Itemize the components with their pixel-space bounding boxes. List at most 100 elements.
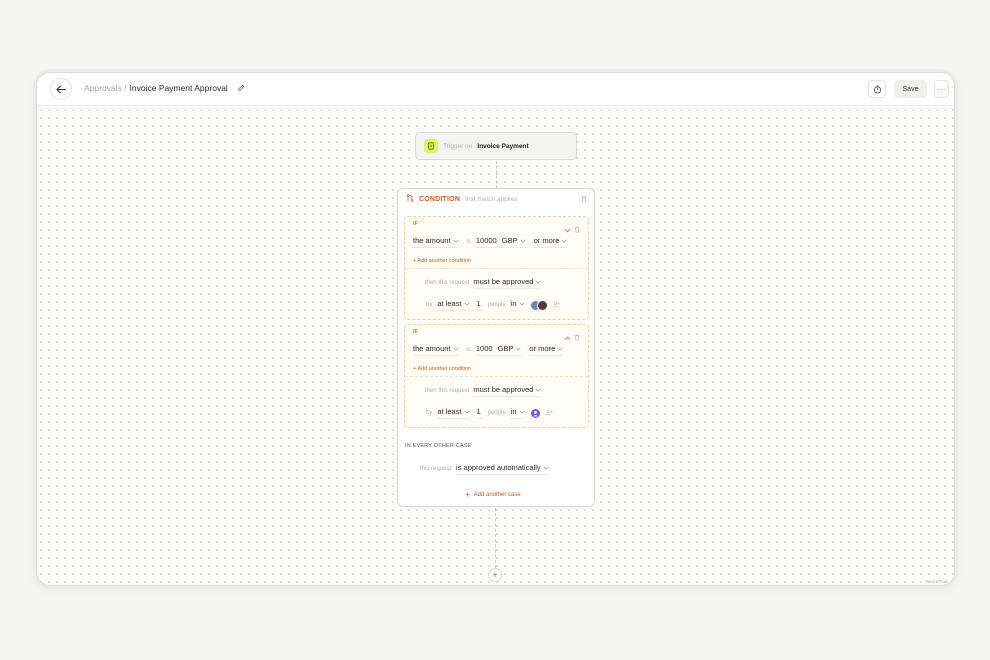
action-value: must be approved xyxy=(473,385,534,394)
add-case-button[interactable]: + Add another case xyxy=(465,490,521,499)
comparison-select[interactable]: or more xyxy=(529,344,564,356)
amount-input[interactable]: 10000 GBP xyxy=(475,236,526,248)
case-if-label: IF xyxy=(413,329,418,335)
trigger-node[interactable]: Trigger on Invoice Payment xyxy=(415,132,577,160)
add-condition-link[interactable]: + Add another condition xyxy=(413,258,471,264)
chevron-down-icon xyxy=(543,466,549,470)
document-icon xyxy=(424,139,438,153)
condition-case-2: IF the amount is 1000 GBP or more + Add … xyxy=(404,324,589,428)
breadcrumb: Approvals / Invoice Payment Approval xyxy=(84,83,245,93)
people-label: people xyxy=(487,302,506,308)
chevron-down-icon xyxy=(464,302,470,306)
chevron-down-icon xyxy=(453,239,459,243)
approver-avatars[interactable] xyxy=(529,299,560,311)
save-button[interactable]: Save xyxy=(894,80,927,98)
chevron-down-icon xyxy=(520,239,526,243)
in-select[interactable]: in xyxy=(510,407,525,419)
add-condition-link[interactable]: + Add another condition xyxy=(413,366,471,372)
case-if-label: IF xyxy=(413,221,418,227)
app-window: Trigger on Invoice Payment CONDITION fir… xyxy=(36,72,955,586)
chevron-down-icon xyxy=(535,388,541,392)
comparison-value: or more xyxy=(533,236,560,245)
add-case-label: Add another case xyxy=(473,491,521,498)
chevron-down-icon xyxy=(464,410,470,414)
count-input[interactable]: 1 xyxy=(474,407,483,419)
quantifier-select[interactable]: at least xyxy=(437,407,470,419)
then-row: then this request must be approved xyxy=(425,385,542,397)
then-row: then this request must be approved xyxy=(425,277,542,289)
case-condition-row: the amount is 1000 GBP or more xyxy=(413,344,564,356)
field-select[interactable]: the amount xyxy=(413,236,459,248)
more-options-button[interactable]: ··· xyxy=(934,80,949,98)
field-value: the amount xyxy=(413,236,451,245)
by-label: by xyxy=(426,302,433,308)
add-node-button[interactable]: + xyxy=(488,568,502,582)
back-button[interactable] xyxy=(50,78,72,100)
comparison-value: or more xyxy=(529,344,556,353)
trigger-name: Invoice Payment xyxy=(477,142,529,150)
in-select[interactable]: in xyxy=(510,299,525,311)
chevron-down-icon xyxy=(515,347,521,351)
breadcrumb-parent[interactable]: Approvals / xyxy=(84,83,127,93)
add-user-icon[interactable] xyxy=(545,409,553,418)
other-action-select[interactable]: is approved automatically xyxy=(456,463,549,475)
chevron-down-icon xyxy=(519,410,525,414)
attribution[interactable]: React Flow xyxy=(925,579,948,584)
condition-subtitle: first match applies xyxy=(465,195,518,203)
in-value: in xyxy=(510,407,517,416)
flow-canvas[interactable]: Trigger on Invoice Payment CONDITION fir… xyxy=(37,106,954,585)
other-action-value: is approved automatically xyxy=(456,463,541,472)
trigger-prefix: Trigger on xyxy=(443,142,473,150)
amount-input[interactable]: 1000 GBP xyxy=(475,344,522,356)
quantifier-value: at least xyxy=(437,407,462,416)
arrow-left-icon xyxy=(55,85,66,93)
other-case-label: IN EVERY OTHER CASE xyxy=(405,443,472,449)
by-row: by at least 1 people in xyxy=(426,407,553,419)
delete-case-icon[interactable] xyxy=(574,220,580,238)
amount-value: 10000 xyxy=(475,236,497,245)
condition-title: CONDITION xyxy=(419,195,461,203)
action-select[interactable]: must be approved xyxy=(473,277,542,289)
history-button[interactable] xyxy=(868,80,886,98)
page-title: Invoice Payment Approval xyxy=(129,83,228,93)
operator-label: is xyxy=(466,347,471,353)
pencil-icon[interactable] xyxy=(237,84,245,92)
by-row: by at least 1 people in xyxy=(426,299,560,311)
comparison-select[interactable]: or more xyxy=(533,236,568,248)
avatar xyxy=(536,299,548,311)
add-user-icon[interactable] xyxy=(552,301,560,310)
field-select[interactable]: the amount xyxy=(413,344,459,356)
plus-icon: + xyxy=(465,490,470,499)
user-icon xyxy=(529,407,541,419)
delete-case-icon[interactable] xyxy=(574,328,580,346)
edge-trigger-condition xyxy=(496,161,497,188)
timer-icon xyxy=(873,84,881,94)
case-tools xyxy=(564,328,580,346)
people-label: people xyxy=(487,410,506,416)
case-divider xyxy=(405,268,588,269)
operator-label: is xyxy=(466,239,471,245)
chevron-down-icon xyxy=(557,347,563,351)
case-divider xyxy=(405,376,588,377)
count-input[interactable]: 1 xyxy=(474,299,483,311)
condition-node[interactable]: CONDITION first match applies IF the amo… xyxy=(397,188,595,507)
quantifier-value: at least xyxy=(437,299,462,308)
then-label: then this request xyxy=(425,280,470,286)
quantifier-select[interactable]: at least xyxy=(437,299,470,311)
condition-header: CONDITION first match applies xyxy=(406,194,517,204)
chevron-up-icon[interactable] xyxy=(564,328,571,346)
amount-value: 1000 xyxy=(475,344,493,353)
case-condition-row: the amount is 10000 GBP or more xyxy=(413,236,568,248)
other-case-row: this request is approved automatically xyxy=(420,463,549,475)
other-prefix: this request xyxy=(420,466,452,472)
edge-condition-add xyxy=(495,508,496,568)
chevron-down-icon xyxy=(453,347,459,351)
currency-value: GBP xyxy=(501,236,518,245)
by-label: by xyxy=(426,410,433,416)
condition-case-1: IF the amount is 10000 GBP or more + Add… xyxy=(404,216,589,320)
approver-avatars[interactable] xyxy=(529,407,553,419)
delete-condition-icon[interactable] xyxy=(581,196,587,203)
branch-icon xyxy=(406,194,414,204)
action-select[interactable]: must be approved xyxy=(473,385,542,397)
chevron-down-icon xyxy=(535,280,541,284)
